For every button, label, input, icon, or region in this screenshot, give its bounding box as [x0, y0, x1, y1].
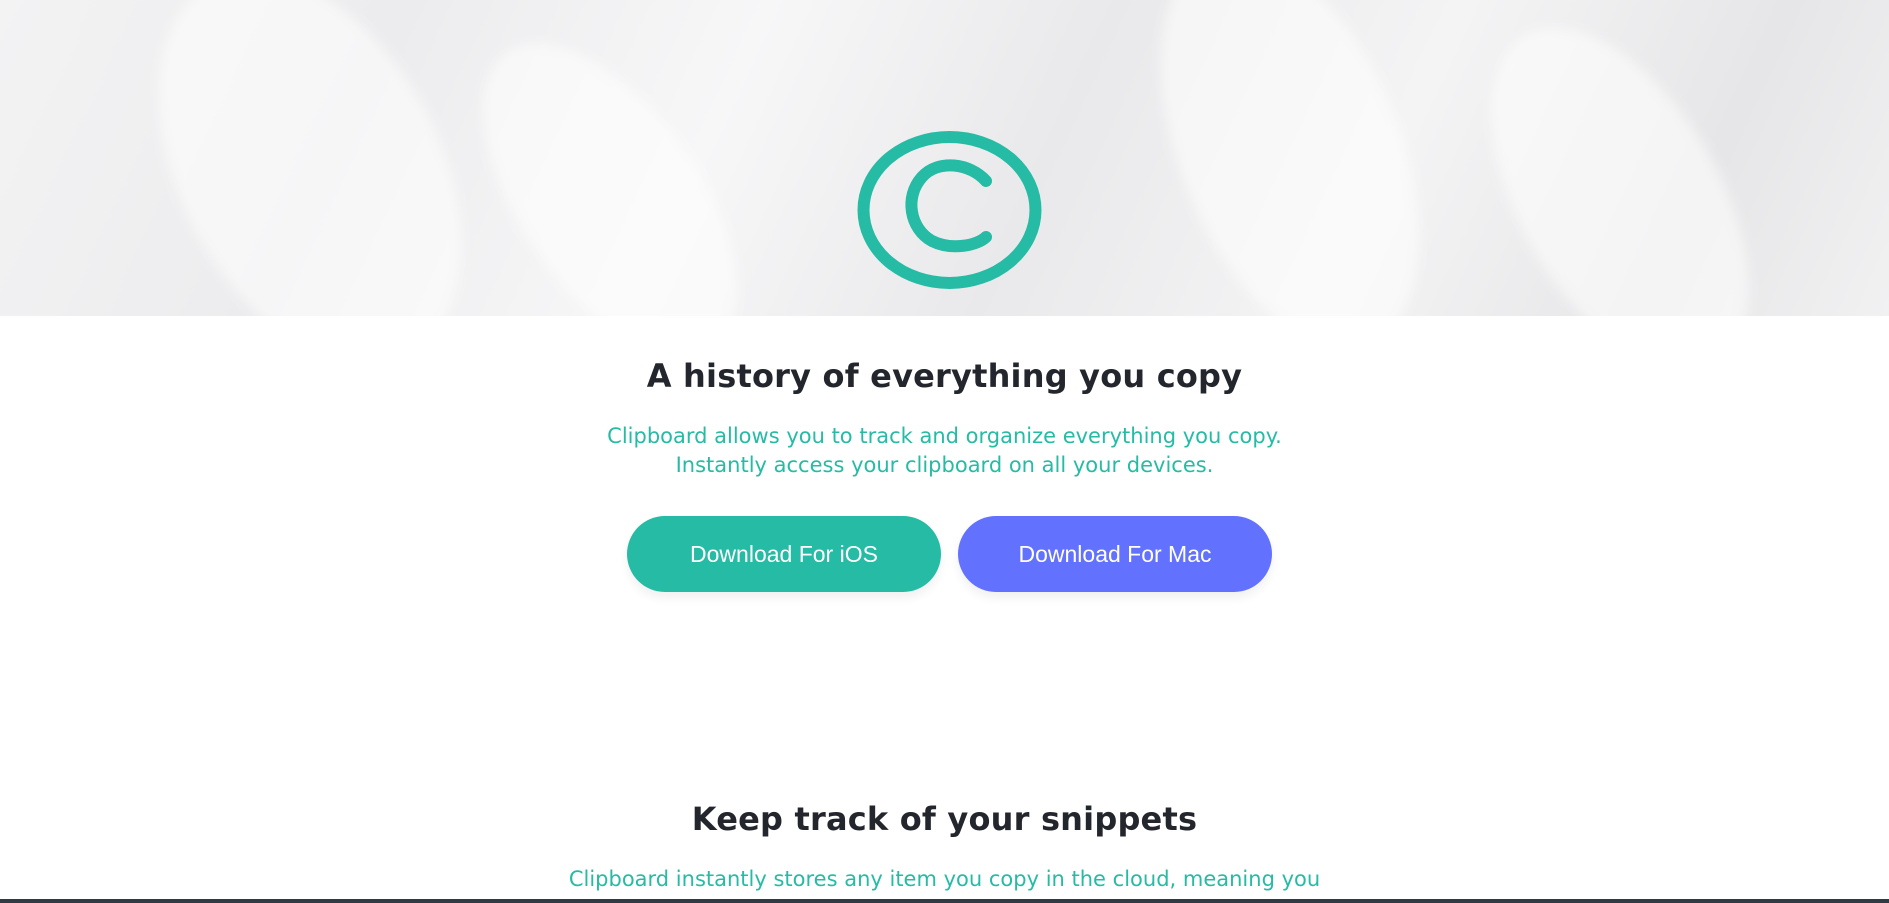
download-buttons: Download For iOS Download For Mac [0, 516, 1889, 592]
snippets-description: Clipboard instantly stores any item you … [568, 867, 1321, 891]
hero-texture [433, 0, 787, 316]
download-mac-button[interactable]: Download For Mac [958, 516, 1272, 592]
hero-banner [0, 0, 1889, 316]
hero-texture [96, 0, 524, 316]
snippets-title: Keep track of your snippets [691, 800, 1198, 838]
intro-title: A history of everything you copy [646, 357, 1243, 395]
download-ios-button[interactable]: Download For iOS [627, 516, 941, 592]
page-bottom-edge [0, 899, 1889, 903]
intro-description-line-2: Instantly access your clipboard on all y… [675, 453, 1214, 477]
hero-texture [1109, 0, 1471, 316]
intro-description: Clipboard allows you to track and organi… [0, 422, 1889, 480]
hero-texture [1438, 0, 1802, 316]
clipboard-logo-icon [857, 131, 1042, 289]
intro-description-line-1: Clipboard allows you to track and organi… [607, 424, 1282, 448]
